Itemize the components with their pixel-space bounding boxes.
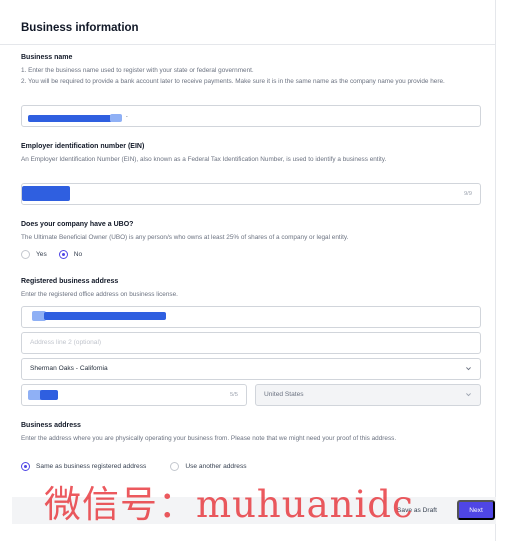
another-address-label: Use another address: [185, 463, 247, 470]
business-address-help: Enter the address where you are physical…: [21, 435, 397, 442]
redaction-mark: [28, 115, 112, 122]
registered-address-help: Enter the registered office address on b…: [21, 291, 178, 298]
business-name-help-1: 1. Enter the business name used to regis…: [21, 67, 254, 74]
zip-code-input[interactable]: 5/5: [21, 384, 247, 406]
ein-input[interactable]: 9/9: [21, 183, 481, 205]
chevron-down-icon: [466, 367, 471, 371]
redaction-mark: [22, 186, 70, 201]
city-state-select[interactable]: Sherman Oaks - California: [21, 358, 481, 380]
address-line-1-input[interactable]: [21, 306, 481, 328]
business-name-help-2: 2. You will be required to provide a ban…: [21, 78, 445, 85]
another-address-radio[interactable]: [170, 462, 180, 471]
ubo-yes-radio[interactable]: [21, 250, 30, 259]
ein-char-count: 9/9: [463, 191, 472, 197]
address-line-2-input[interactable]: Address line 2 (optional): [21, 332, 481, 354]
ein-label: Employer identification number (EIN): [21, 143, 145, 150]
business-info-panel: Business information Business name 1. En…: [0, 0, 496, 541]
save-as-draft-button[interactable]: Save as Draft: [382, 500, 452, 520]
country-value: United States: [264, 391, 304, 398]
chevron-down-icon: [466, 393, 471, 397]
business-address-label: Business address: [21, 422, 81, 429]
business-name-value-suffix: .: [126, 112, 128, 119]
same-address-label: Same as business registered address: [36, 463, 147, 470]
business-name-label: Business name: [21, 54, 73, 61]
ubo-option-no[interactable]: No: [58, 250, 83, 259]
business-name-input[interactable]: .: [21, 105, 481, 127]
title-divider: [0, 44, 495, 45]
page-title: Business information: [21, 22, 139, 34]
redaction-mark: [110, 114, 122, 122]
address-line-2-placeholder: Address line 2 (optional): [30, 339, 102, 346]
same-address-option[interactable]: Same as business registered address: [21, 462, 146, 471]
ubo-help: The Ultimate Beneficial Owner (UBO) is a…: [21, 234, 349, 241]
zip-char-count: 5/5: [229, 392, 238, 398]
redaction-mark: [40, 390, 58, 400]
country-select[interactable]: United States: [255, 384, 481, 406]
ubo-label: Does your company have a UBO?: [21, 221, 134, 228]
redaction-mark: [44, 312, 166, 320]
business-address-radio-group: Same as business registered address Use …: [21, 462, 259, 471]
registered-address-label: Registered business address: [21, 278, 119, 285]
right-border: [495, 0, 496, 541]
same-address-radio[interactable]: [21, 462, 30, 471]
ubo-radio-group: Yes No: [21, 250, 94, 259]
ubo-option-yes[interactable]: Yes: [21, 250, 47, 259]
ubo-no-label: No: [73, 251, 83, 258]
ubo-yes-label: Yes: [36, 251, 47, 258]
ubo-no-radio[interactable]: [58, 250, 68, 259]
next-button[interactable]: Next: [457, 500, 495, 520]
ein-help: An Employer Identification Number (EIN),…: [21, 156, 387, 163]
another-address-option[interactable]: Use another address: [170, 462, 247, 471]
city-state-value: Sherman Oaks - California: [30, 365, 108, 372]
